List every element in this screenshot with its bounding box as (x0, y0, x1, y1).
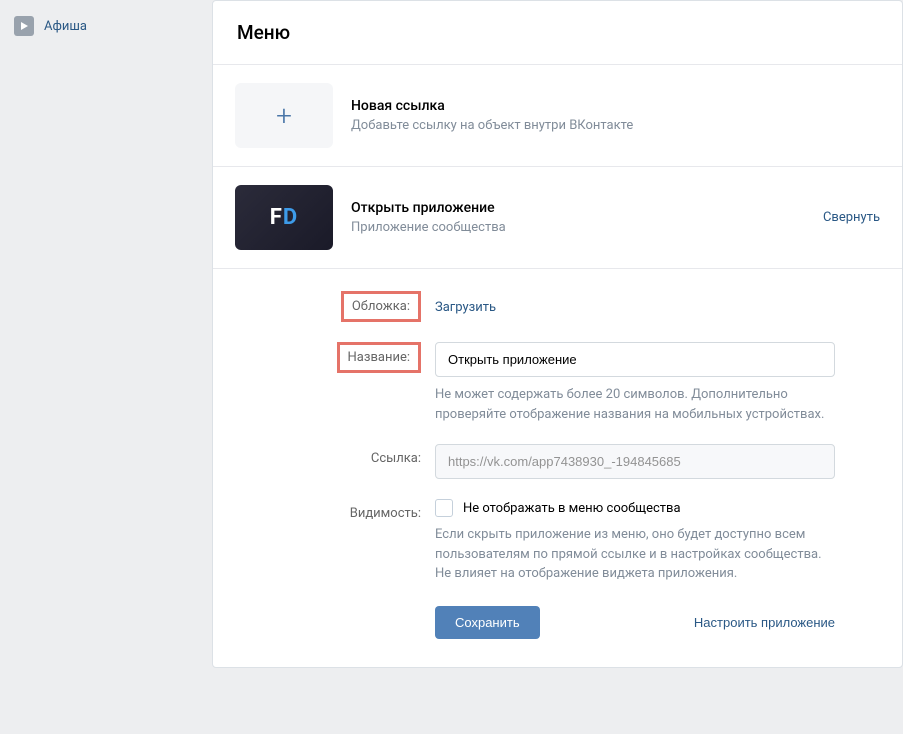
sidebar-item-label: Афиша (44, 19, 87, 34)
main-panel: Меню + Новая ссылка Добавьте ссылку на о… (212, 0, 903, 668)
new-link-title: Новая ссылка (351, 98, 880, 114)
form-row-name: Название: Не может содержать более 20 си… (235, 342, 880, 424)
new-link-subtitle: Добавьте ссылку на объект внутри ВКонтак… (351, 118, 880, 133)
save-button[interactable]: Сохранить (435, 606, 540, 639)
name-input[interactable] (435, 342, 835, 377)
page-title: Меню (237, 21, 878, 44)
form-row-cover: Обложка: Загрузить (235, 291, 880, 322)
collapse-link[interactable]: Свернуть (823, 210, 880, 225)
visibility-checkbox[interactable] (435, 499, 453, 517)
sidebar: Афиша (0, 0, 196, 668)
plus-icon: + (276, 99, 292, 132)
app-title: Открыть приложение (351, 200, 805, 216)
link-input (435, 444, 835, 479)
visibility-label: Видимость: (235, 499, 435, 521)
visibility-checkbox-label: Не отображать в меню сообщества (463, 501, 681, 516)
visibility-hint: Если скрыть приложение из меню, оно буде… (435, 525, 835, 584)
main-header: Меню (213, 1, 902, 65)
app-block: FD Открыть приложение Приложение сообщес… (213, 167, 902, 269)
form-row-link: Ссылка: (235, 444, 880, 479)
new-link-block: + Новая ссылка Добавьте ссылку на объект… (213, 65, 902, 167)
app-subtitle: Приложение сообщества (351, 220, 805, 235)
sidebar-item-afisha[interactable]: Афиша (0, 12, 196, 40)
name-label: Название: (337, 342, 422, 373)
upload-cover-link[interactable]: Загрузить (435, 291, 496, 315)
configure-app-link[interactable]: Настроить приложение (694, 615, 835, 630)
form-row-visibility: Видимость: Не отображать в меню сообщест… (235, 499, 880, 639)
form-area: Обложка: Загрузить Название: Не может со… (213, 269, 902, 667)
add-link-tile[interactable]: + (235, 83, 333, 148)
link-label: Ссылка: (235, 444, 435, 466)
cover-label: Обложка: (341, 291, 421, 322)
name-hint: Не может содержать более 20 символов. До… (435, 385, 835, 424)
play-icon (14, 16, 34, 36)
app-thumbnail: FD (235, 185, 333, 250)
